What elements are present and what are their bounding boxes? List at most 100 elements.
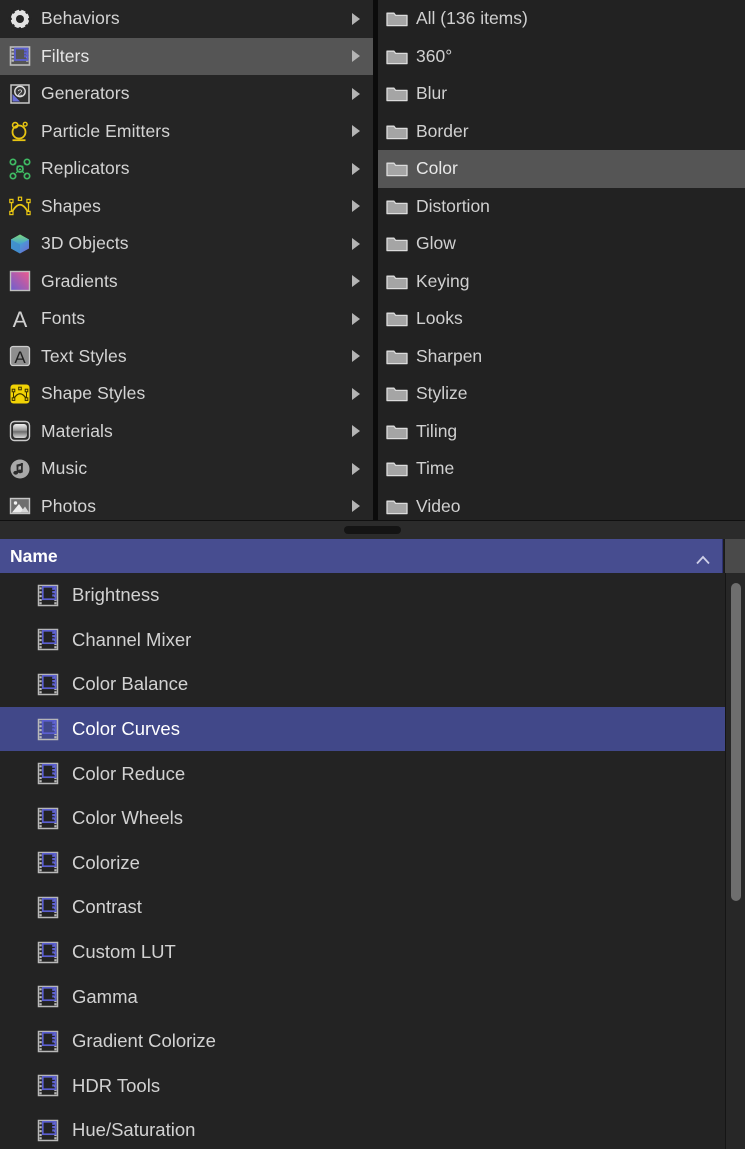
disclosure-triangle-icon[interactable]	[352, 50, 360, 62]
filter-list-item-label: Brightness	[72, 584, 159, 606]
disclosure-triangle-icon[interactable]	[352, 388, 360, 400]
filter-list-item[interactable]: Colorize	[0, 841, 745, 886]
category-item-text-styles[interactable]: AText Styles	[0, 338, 373, 376]
folder-item[interactable]: Stylize	[378, 375, 745, 413]
folder-item[interactable]: Distortion	[378, 188, 745, 226]
filter-list-item[interactable]: Color Wheels	[0, 796, 745, 841]
filmstrip-icon	[7, 44, 32, 69]
category-item-filters[interactable]: Filters	[0, 38, 373, 76]
photo-icon	[7, 494, 32, 519]
filter-items-list[interactable]: Brightness Channel Mixer Color Balance Colo…	[0, 573, 745, 1149]
category-item-materials[interactable]: Materials	[0, 413, 373, 451]
list-vertical-scrollbar[interactable]	[725, 573, 745, 1149]
disclosure-triangle-icon[interactable]	[352, 463, 360, 475]
folder-item[interactable]: Looks	[378, 300, 745, 338]
library-browser-window: BehaviorsFilters 2 Generators Particle Emit…	[0, 0, 745, 1149]
gradient-swatch-icon	[7, 269, 32, 294]
folder-item[interactable]: Keying	[378, 263, 745, 301]
folder-item-label: Stylize	[416, 383, 468, 404]
category-item-particle-emitters[interactable]: Particle Emitters	[0, 113, 373, 151]
disclosure-triangle-icon[interactable]	[352, 88, 360, 100]
disclosure-triangle-icon[interactable]	[352, 350, 360, 362]
text-style-icon: A	[7, 344, 32, 369]
filter-filmstrip-icon	[36, 1029, 60, 1054]
disclosure-triangle-icon[interactable]	[352, 275, 360, 287]
folder-item[interactable]: Time	[378, 450, 745, 488]
category-item-shape-styles[interactable]: Shape Styles	[0, 375, 373, 413]
disclosure-triangle-icon[interactable]	[352, 125, 360, 137]
category-item-replicators[interactable]: Replicators	[0, 150, 373, 188]
filter-list-item-label: Color Curves	[72, 718, 180, 740]
category-item-behaviors[interactable]: Behaviors	[0, 0, 373, 38]
folder-item[interactable]: 360°	[378, 38, 745, 76]
folder-column[interactable]: All (136 items) 360° Blur Border Color Distor…	[378, 0, 745, 520]
folder-item[interactable]: Sharpen	[378, 338, 745, 376]
folder-item-label: 360°	[416, 46, 452, 67]
chevron-up-icon[interactable]	[696, 552, 710, 561]
filter-list-item[interactable]: Color Balance	[0, 662, 745, 707]
filter-list-item[interactable]: Color Reduce	[0, 751, 745, 796]
filter-list-item[interactable]: Gradient Colorize	[0, 1019, 745, 1064]
folder-item-label: Distortion	[416, 196, 490, 217]
category-item-label: Gradients	[41, 271, 118, 292]
panel-resize-grip[interactable]	[344, 526, 401, 534]
filter-list-item[interactable]: Gamma	[0, 974, 745, 1019]
list-vertical-scrollbar-thumb[interactable]	[731, 583, 741, 901]
category-item-fonts[interactable]: AFonts	[0, 300, 373, 338]
category-item-3d-objects[interactable]: 3D Objects	[0, 225, 373, 263]
filter-filmstrip-icon	[36, 1073, 60, 1098]
filter-filmstrip-icon	[36, 850, 60, 875]
svg-text:2: 2	[17, 87, 22, 97]
folder-icon	[386, 423, 408, 440]
filter-list-item[interactable]: Hue/Saturation	[0, 1108, 745, 1149]
letter-a-icon: A	[7, 306, 32, 331]
filter-list-item-label: Custom LUT	[72, 941, 176, 963]
category-item-label: Replicators	[41, 158, 130, 179]
filter-list-item[interactable]: Custom LUT	[0, 930, 745, 975]
filter-list-item[interactable]: HDR Tools	[0, 1064, 745, 1109]
shape-style-icon	[7, 381, 32, 406]
filter-list-item-label: Channel Mixer	[72, 629, 191, 651]
filter-list-item-label: Contrast	[72, 896, 142, 918]
filter-list-item[interactable]: Color Curves	[0, 707, 745, 752]
folder-item-label: All (136 items)	[416, 8, 528, 29]
replicator-icon	[7, 156, 32, 181]
folder-icon	[386, 160, 408, 177]
disclosure-triangle-icon[interactable]	[352, 313, 360, 325]
category-item-music[interactable]: Music	[0, 450, 373, 488]
category-column[interactable]: BehaviorsFilters 2 Generators Particle Emit…	[0, 0, 373, 520]
category-item-photos[interactable]: Photos	[0, 488, 373, 521]
filter-list-item-label: Color Reduce	[72, 763, 185, 785]
disclosure-triangle-icon[interactable]	[352, 500, 360, 512]
panel-divider[interactable]	[0, 520, 745, 539]
column-header-name[interactable]: Name	[0, 539, 723, 573]
disclosure-triangle-icon[interactable]	[352, 163, 360, 175]
category-item-label: Generators	[41, 83, 130, 104]
filter-list-item[interactable]: Brightness	[0, 573, 745, 618]
folder-item[interactable]: Color	[378, 150, 745, 188]
disclosure-triangle-icon[interactable]	[352, 13, 360, 25]
folder-item-label: Border	[416, 121, 469, 142]
category-item-label: Shape Styles	[41, 383, 145, 404]
category-item-gradients[interactable]: Gradients	[0, 263, 373, 301]
folder-item-label: Tiling	[416, 421, 457, 442]
filter-list-item[interactable]: Contrast	[0, 885, 745, 930]
filter-filmstrip-icon	[36, 672, 60, 697]
folder-item[interactable]: All (136 items)	[378, 0, 745, 38]
folder-item[interactable]: Border	[378, 113, 745, 151]
column-header-name-label: Name	[10, 546, 58, 567]
folder-item[interactable]: Tiling	[378, 413, 745, 451]
disclosure-triangle-icon[interactable]	[352, 200, 360, 212]
disclosure-triangle-icon[interactable]	[352, 238, 360, 250]
filter-filmstrip-icon	[36, 627, 60, 652]
folder-item[interactable]: Glow	[378, 225, 745, 263]
filter-list-item[interactable]: Channel Mixer	[0, 618, 745, 663]
folder-item[interactable]: Video	[378, 488, 745, 521]
disclosure-triangle-icon[interactable]	[352, 425, 360, 437]
folder-icon	[386, 198, 408, 215]
folder-item-label: Blur	[416, 83, 447, 104]
column-header-corner[interactable]	[724, 539, 745, 573]
category-item-shapes[interactable]: Shapes	[0, 188, 373, 226]
category-item-generators[interactable]: 2 Generators	[0, 75, 373, 113]
folder-item[interactable]: Blur	[378, 75, 745, 113]
